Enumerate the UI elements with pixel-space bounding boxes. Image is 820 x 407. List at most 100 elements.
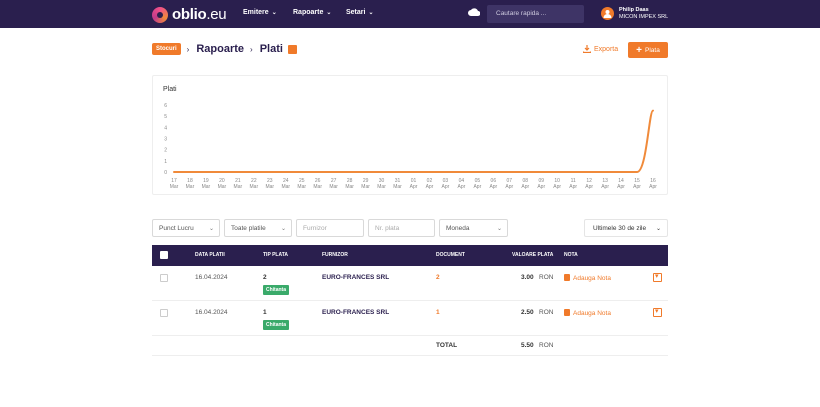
punct-lucru-select[interactable]: Punct Lucru ⌄ bbox=[152, 219, 220, 237]
data-point bbox=[333, 171, 335, 173]
company-name: MICON IMPEX SRL bbox=[619, 14, 669, 20]
plus-icon: + bbox=[636, 44, 642, 56]
data-point bbox=[205, 171, 207, 173]
data-point bbox=[556, 171, 558, 173]
y-tick-label: 6 bbox=[164, 103, 167, 109]
furnizor-input[interactable]: Furnizor bbox=[296, 219, 364, 237]
logo-text: oblio bbox=[172, 6, 207, 23]
row-actions-button[interactable] bbox=[653, 307, 662, 317]
x-tick-month: Apr bbox=[473, 184, 481, 190]
total-currency: RON bbox=[539, 342, 554, 349]
data-point bbox=[620, 171, 622, 173]
x-tick-month: Apr bbox=[617, 184, 625, 190]
search-input[interactable]: Cautare rapida ... bbox=[487, 5, 584, 23]
row-furnizor[interactable]: EURO-FRANCES SRL bbox=[322, 309, 389, 316]
x-tick-month: Mar bbox=[170, 184, 179, 190]
col-data-platii[interactable]: DATA PLATII bbox=[195, 252, 225, 258]
add-note-label: Adauga Nota bbox=[573, 275, 611, 282]
info-icon[interactable] bbox=[287, 44, 297, 54]
nr-plata-input[interactable]: Nr. plata bbox=[368, 219, 435, 237]
nav-emitere[interactable]: Emitere ⌄ bbox=[243, 9, 277, 16]
user-name: Philip Daas bbox=[619, 7, 649, 13]
add-note-link[interactable]: Adauga Nota bbox=[564, 274, 611, 282]
logo-suffix: .eu bbox=[206, 6, 227, 23]
data-point bbox=[492, 171, 494, 173]
breadcrumb: Stocuri › Rapoarte › Plati bbox=[152, 43, 297, 55]
chevron-down-icon: ⌄ bbox=[655, 226, 661, 232]
period-select[interactable]: Ultimele 30 de zile ⌄ bbox=[584, 219, 668, 237]
nav-setari[interactable]: Setari ⌄ bbox=[346, 9, 374, 16]
punct-lucru-value: Punct Lucru bbox=[159, 225, 194, 232]
x-tick-month: Mar bbox=[345, 184, 354, 190]
nav-rapoarte[interactable]: Rapoarte ⌄ bbox=[293, 9, 331, 16]
document-icon bbox=[564, 309, 570, 316]
row-checkbox[interactable] bbox=[160, 309, 168, 317]
chevron-down-icon: ⌄ bbox=[271, 10, 277, 16]
row-document-link[interactable]: 2 bbox=[436, 274, 440, 281]
add-note-link[interactable]: Adauga Nota bbox=[564, 309, 611, 317]
x-tick-month: Apr bbox=[601, 184, 609, 190]
data-point bbox=[652, 109, 654, 112]
chevron-down-icon: ⌄ bbox=[496, 226, 502, 232]
tip-plata-value: Toate platile bbox=[231, 225, 266, 232]
row-furnizor[interactable]: EURO-FRANCES SRL bbox=[322, 274, 389, 281]
tip-plata-select[interactable]: Toate platile ⌄ bbox=[224, 219, 292, 237]
y-tick-label: 0 bbox=[164, 170, 167, 176]
export-label: Exporta bbox=[594, 45, 619, 53]
row-checkbox[interactable] bbox=[160, 274, 168, 282]
add-plata-label: Plata bbox=[645, 46, 660, 54]
col-furnizor[interactable]: FURNIZOR bbox=[322, 252, 348, 258]
status-badge: Chitanta bbox=[263, 320, 289, 330]
table-row[interactable]: 16.04.2024 1 Chitanta EURO-FRANCES SRL 1… bbox=[152, 301, 668, 336]
x-tick-month: Apr bbox=[553, 184, 561, 190]
data-point bbox=[317, 171, 319, 173]
data-point bbox=[540, 171, 542, 173]
data-point bbox=[189, 171, 191, 173]
moneda-value: Moneda bbox=[446, 225, 470, 232]
data-point bbox=[428, 171, 431, 173]
col-nota: NOTA bbox=[564, 252, 578, 258]
data-point bbox=[253, 171, 255, 173]
select-all-checkbox[interactable] bbox=[160, 251, 168, 259]
x-tick-month: Apr bbox=[569, 184, 577, 190]
table-row[interactable]: 16.04.2024 2 Chitanta EURO-FRANCES SRL 2… bbox=[152, 266, 668, 301]
export-button[interactable]: Exporta bbox=[583, 45, 618, 53]
data-point bbox=[173, 171, 175, 173]
y-tick-label: 1 bbox=[164, 159, 167, 165]
avatar[interactable] bbox=[601, 7, 614, 20]
moneda-select[interactable]: Moneda ⌄ bbox=[439, 219, 508, 237]
data-point bbox=[396, 171, 399, 173]
x-tick-month: Mar bbox=[202, 184, 211, 190]
user-menu[interactable]: Philip Daas MICON IMPEX SRL bbox=[619, 7, 668, 21]
x-tick-month: Mar bbox=[361, 184, 370, 190]
breadcrumb-section[interactable]: Rapoarte bbox=[196, 43, 244, 55]
data-point bbox=[476, 171, 478, 173]
row-date: 16.04.2024 bbox=[195, 309, 228, 316]
cloud-icon[interactable] bbox=[468, 8, 480, 16]
col-document[interactable]: DOCUMENT bbox=[436, 252, 465, 258]
col-tip-plata[interactable]: TIP PLATA bbox=[263, 252, 288, 258]
x-tick-month: Apr bbox=[537, 184, 545, 190]
table-header: DATA PLATII TIP PLATA FURNIZOR DOCUMENT … bbox=[152, 245, 668, 266]
logo[interactable]: oblio.eu bbox=[152, 6, 227, 23]
data-point bbox=[221, 171, 223, 173]
chart-title: Plati bbox=[163, 86, 177, 93]
breadcrumb-root[interactable]: Stocuri bbox=[152, 43, 181, 55]
download-icon bbox=[583, 45, 591, 53]
row-moneda: RON bbox=[539, 309, 554, 316]
data-point bbox=[508, 171, 510, 173]
x-tick-month: Apr bbox=[489, 184, 497, 190]
col-valoare-plata[interactable]: VALOARE PLATA bbox=[512, 252, 553, 258]
data-point bbox=[588, 171, 590, 173]
row-document-link[interactable]: 1 bbox=[436, 309, 440, 316]
add-plata-button[interactable]: + Plata bbox=[628, 42, 668, 58]
period-value: Ultimele 30 de zile bbox=[593, 225, 647, 232]
chart-card: Plati 6 5 4 3 2 1 0 17 Mar 18 Mar 19 Mar 20 Mar 21 Mar 22 M… bbox=[152, 75, 668, 195]
nav-rapoarte-label: Rapoarte bbox=[293, 9, 324, 16]
row-actions-button[interactable] bbox=[653, 272, 662, 282]
row-tip: 2 bbox=[263, 274, 267, 281]
data-point bbox=[237, 171, 239, 173]
data-point bbox=[301, 171, 303, 173]
chevron-down-icon: ⌄ bbox=[208, 226, 214, 232]
series-line bbox=[173, 109, 654, 173]
